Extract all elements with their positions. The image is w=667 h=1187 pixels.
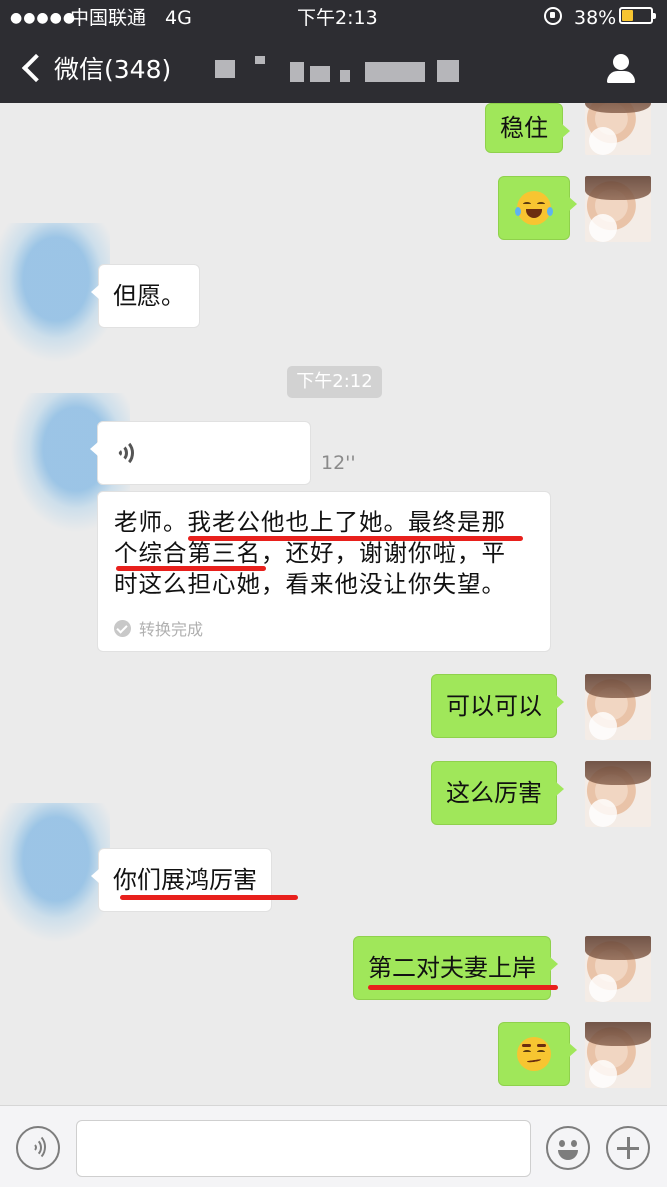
message-text: 可以可以 (446, 692, 542, 720)
voice-icon[interactable] (16, 1126, 60, 1170)
emoji-icon[interactable] (546, 1126, 590, 1170)
battery-level (622, 10, 633, 21)
avatar-self[interactable] (585, 761, 651, 827)
person-icon[interactable] (604, 52, 638, 86)
header: ●●●●● 中国联通 4G 下午2:13 38% 微信(348) (0, 0, 667, 103)
message-text: 稳住 (500, 114, 548, 142)
carrier-name: 中国联通 (70, 7, 147, 29)
back-label: 微信(348) (54, 55, 172, 84)
status-time: 下午2:13 (297, 7, 378, 29)
input-bar (0, 1105, 667, 1187)
message-bubble-outgoing[interactable] (498, 1022, 577, 1086)
avatar-self[interactable] (585, 674, 651, 740)
transcript-text: 老师。我老公他也上了她。最终是那 个综合第三名，还好，谢谢你啦，平 时这么担心她… (114, 508, 506, 598)
voice-wave-icon (112, 439, 140, 467)
voice-transcript-card[interactable]: 老师。我老公他也上了她。最终是那 个综合第三名，还好，谢谢你啦，平 时这么担心她… (97, 491, 551, 652)
message-bubble-outgoing[interactable]: 稳住 (485, 103, 570, 153)
red-underline (116, 566, 266, 571)
message-bubble-incoming[interactable]: 但愿。 (91, 264, 200, 328)
message-text: 这么厉害 (446, 779, 542, 807)
voice-duration: 12'' (321, 452, 356, 474)
transcript-status: 转换完成 (114, 616, 203, 640)
status-bar: ●●●●● 中国联通 4G 下午2:13 38% (0, 0, 667, 36)
orientation-lock-icon (544, 7, 562, 25)
message-bubble-outgoing[interactable]: 可以可以 (431, 674, 564, 738)
signal-icon: ●●●●● (10, 10, 77, 26)
red-underline (188, 536, 523, 541)
message-bubble-outgoing[interactable]: 这么厉害 (431, 761, 564, 825)
network-type: 4G (165, 7, 192, 29)
plus-icon[interactable] (606, 1126, 650, 1170)
check-circle-icon (114, 619, 131, 637)
smirk-emoji (517, 1037, 551, 1071)
message-bubble-outgoing[interactable]: 第二对夫妻上岸 (353, 936, 558, 1000)
avatar-self[interactable] (585, 103, 651, 155)
nav-bar: 微信(348) (0, 36, 667, 103)
back-button[interactable]: 微信(348) (14, 48, 171, 88)
avatar-self[interactable] (585, 1022, 651, 1088)
red-underline (120, 895, 298, 900)
voice-message-bubble[interactable] (90, 421, 311, 485)
transcript-status-label: 转换完成 (139, 620, 204, 639)
avatar-self[interactable] (585, 176, 651, 242)
battery-icon (619, 7, 656, 24)
chevron-left-icon (21, 53, 51, 83)
battery-percentage: 38% (574, 7, 617, 29)
message-text: 你们展鸿厉害 (113, 866, 257, 894)
chat-area: 稳住 但愿。 下午2:12 12'' 老师。我老公他也上了她。最终是那 个综合第… (0, 103, 667, 1105)
tears-of-joy-emoji (515, 191, 553, 225)
message-bubble-incoming[interactable]: 你们展鸿厉害 (91, 848, 272, 912)
red-underline (368, 985, 558, 990)
timestamp: 下午2:12 (287, 366, 382, 398)
chat-title-redacted (215, 56, 465, 84)
message-text: 但愿。 (113, 282, 185, 310)
message-input[interactable] (76, 1120, 531, 1177)
message-text: 第二对夫妻上岸 (368, 954, 536, 982)
avatar-self[interactable] (585, 936, 651, 1002)
message-bubble-outgoing[interactable] (498, 176, 577, 240)
